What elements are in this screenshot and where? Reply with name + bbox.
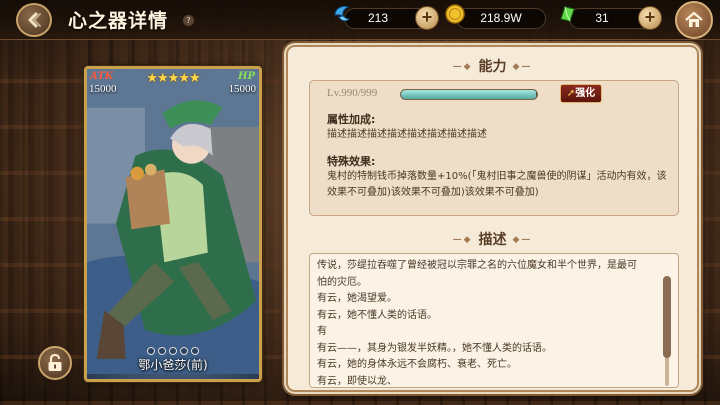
special-effect-line-2: 效果不可叠加)该效果不可叠加)该效果不可叠加) — [327, 187, 539, 198]
level-progress-bar — [400, 89, 538, 100]
awaken-dot — [180, 347, 188, 355]
description-scroll-thumb[interactable] — [663, 276, 671, 358]
awaken-dot — [191, 347, 199, 355]
lock-button[interactable] — [38, 346, 72, 380]
top-bar: 心之器详情 ? 213 + 218.9W 31 + — [0, 0, 720, 40]
level-text: Lv.990/999 — [327, 87, 378, 99]
resource-gem-value: 31 — [595, 11, 609, 25]
hp-label: HP — [238, 71, 255, 82]
page-title: 心之器详情 — [68, 10, 169, 32]
awaken-dot — [147, 347, 155, 355]
attribute-bonus-text: 描述描述描述描述描述描述描述描述 — [327, 129, 487, 140]
ornament-right-icon: ◆— — [512, 62, 533, 72]
ability-section-title: —◆ 能力 ◆— — [288, 56, 697, 76]
hp-value: 15000 — [228, 83, 257, 95]
description-line: 传说，莎缇拉吞噬了曾经被冠以宗罪之名的六位魔女和半个世界，是最可 — [317, 260, 637, 271]
enhance-arrow-icon: ➚ — [566, 88, 576, 99]
unlock-icon — [48, 353, 62, 371]
help-icon[interactable]: ? — [183, 15, 194, 26]
detail-panel: —◆ 能力 ◆— Lv.990/999 ➚强化 属性加成: 描述描述描述描述描述描述… — [286, 45, 699, 392]
description-line: 怕的灾厄。 — [317, 276, 367, 288]
description-scrollbar[interactable] — [663, 276, 671, 386]
description-title-text: 描述 — [478, 232, 507, 248]
resource-crystal-value: 213 — [367, 11, 389, 25]
add-gem-button[interactable]: + — [638, 6, 662, 30]
enhance-label: 强化 — [575, 88, 596, 99]
description-text: 传说，莎缇拉吞噬了曾经被冠以宗罪之名的六位魔女和半个世界，是最可 怕的灾厄。 有… — [317, 258, 655, 387]
card-name: 鄂小爸莎(前) — [138, 358, 208, 372]
awaken-dots — [147, 347, 199, 355]
resource-crystal: 213 + — [344, 6, 439, 30]
special-effect-label: 特殊效果: — [327, 155, 376, 168]
atk-value: 15000 — [89, 83, 117, 95]
description-box[interactable]: 传说，莎缇拉吞噬了曾经被冠以宗罪之名的六位魔女和半个世界，是最可 怕的灾厄。 有… — [309, 253, 679, 388]
character-portrait — [87, 69, 259, 375]
attribute-bonus-label: 属性加成: — [327, 113, 376, 126]
awaken-dot — [158, 347, 166, 355]
ornament-right-icon: ◆— — [512, 235, 533, 245]
ability-box: Lv.990/999 ➚强化 属性加成: 描述描述描述描述描述描述描述描述 特殊… — [309, 80, 679, 216]
description-line: 有云，即使以龙、 — [317, 375, 397, 387]
resource-gold-value: 218.9W — [480, 11, 522, 25]
home-button[interactable] — [675, 1, 713, 39]
resource-gem: 31 + — [569, 6, 662, 30]
ornament-left-icon: —◆ — [452, 235, 473, 245]
character-card[interactable]: ATK HP 15000 15000 ★★★★★ 鄂小爸莎(前) — [84, 66, 262, 382]
description-line: 有云，她渴望爱。 — [317, 293, 397, 304]
enhance-button[interactable]: ➚强化 — [560, 84, 602, 103]
awaken-dot — [169, 347, 177, 355]
description-line: 有云，她的身体永远不会腐朽、衰老、死亡。 — [317, 359, 517, 370]
level-progress-fill — [401, 90, 536, 99]
description-section-title: —◆ 描述 ◆— — [288, 229, 697, 249]
add-crystal-button[interactable]: + — [415, 6, 439, 30]
home-icon — [685, 11, 703, 27]
resource-gold: 218.9W — [456, 8, 546, 29]
ornament-left-icon: —◆ — [452, 62, 473, 72]
atk-label: ATK — [90, 71, 114, 82]
gold-coin-icon — [445, 4, 465, 24]
description-line: 有云——，其身为银发半妖精。，她不懂人类的话语。 — [317, 342, 552, 354]
green-gem-icon — [560, 6, 575, 22]
description-line: 有 — [317, 326, 327, 337]
special-effect-line-1: 鬼村的特制钱币掉落数量+10%(「鬼村旧事之魔兽使的阴谋」活动内有效，该 — [327, 171, 667, 182]
description-line: 有云，她不懂人类的话语。 — [317, 309, 437, 321]
rarity-stars: ★★★★★ — [146, 71, 200, 86]
back-button[interactable] — [16, 3, 52, 37]
back-arrow-icon — [28, 12, 41, 28]
blue-crystal-icon — [334, 5, 351, 22]
ability-title-text: 能力 — [478, 59, 507, 75]
